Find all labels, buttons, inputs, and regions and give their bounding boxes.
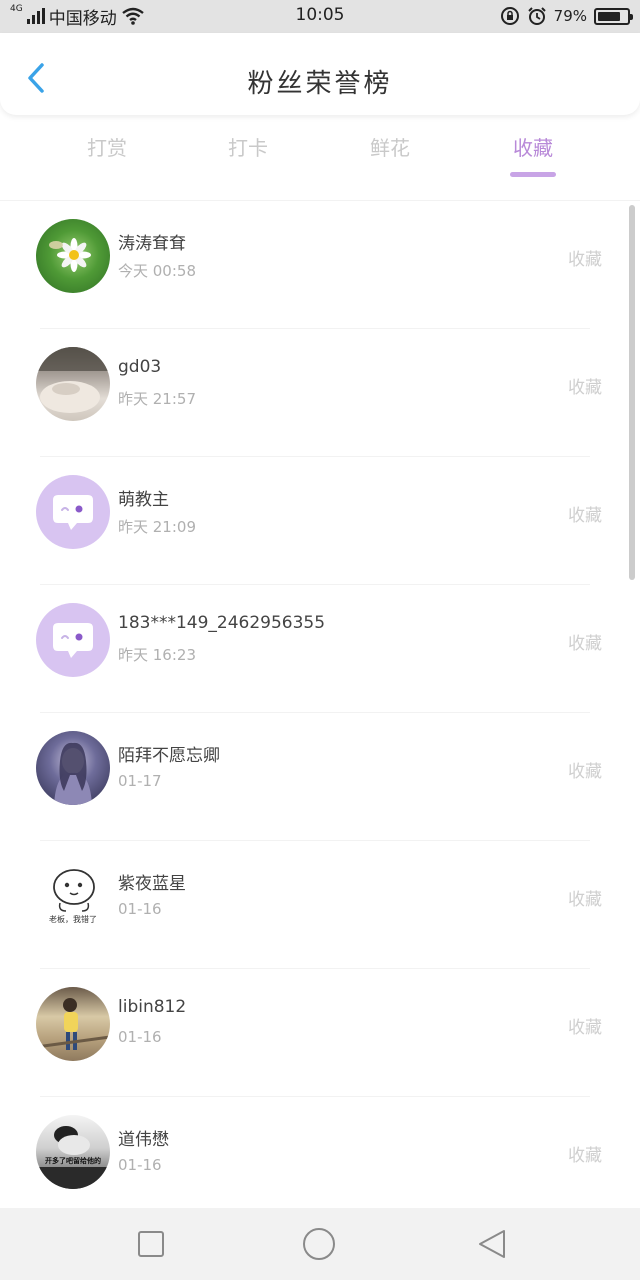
fan-time: 01-17 — [118, 772, 162, 790]
monochrome-photo-image — [36, 1126, 110, 1189]
face-image — [36, 347, 110, 413]
tab-reward[interactable]: 打赏 — [37, 132, 177, 161]
active-tab-indicator — [510, 172, 556, 177]
rotation-lock-icon — [500, 7, 519, 25]
tab-favorites[interactable]: 收藏 — [463, 132, 603, 161]
fan-name: 183***149_2462956355 — [118, 613, 326, 633]
battery-percent: 79% — [553, 7, 587, 25]
fan-name: 紫夜蓝星 — [118, 874, 186, 894]
photo-caption: 开多了吧留给他的 — [45, 1157, 101, 1165]
favorite-label: 收藏 — [568, 634, 602, 654]
favorite-label: 收藏 — [568, 762, 602, 782]
status-bar: 4G 中国移动 10:05 79% — [0, 0, 640, 33]
face-photo-avatar[interactable] — [36, 347, 110, 421]
default-chat-bubble-avatar[interactable] — [36, 475, 110, 549]
sticker-caption: 老板，我错了 — [49, 915, 97, 924]
fan-name: 道伟懋 — [118, 1130, 169, 1150]
favorite-label: 收藏 — [568, 890, 602, 910]
chat-bubble-icon — [53, 495, 93, 530]
monochrome-photo-avatar[interactable]: 开多了吧留给他的 — [36, 1115, 110, 1189]
tab-bar: 打赏 打卡 鲜花 收藏 — [0, 122, 640, 182]
fan-list[interactable]: 涛涛耷耷 今天 00:58 收藏 gd03 昨天 21:57 收藏 萌教主 昨天… — [0, 200, 640, 1208]
header: 粉丝荣誉榜 — [0, 33, 640, 115]
fan-time: 01-16 — [118, 1156, 162, 1174]
page-title: 粉丝荣誉榜 — [247, 69, 393, 99]
recent-apps-square-icon — [138, 1231, 164, 1257]
fan-time: 昨天 21:09 — [118, 518, 196, 536]
boy-photo-image — [36, 998, 110, 1050]
tab-flowers[interactable]: 鲜花 — [320, 132, 460, 161]
fan-time: 01-16 — [118, 1028, 162, 1046]
fan-time: 昨天 21:57 — [118, 390, 196, 408]
boy-photo-avatar[interactable] — [36, 987, 110, 1061]
back-triangle-icon — [479, 1230, 505, 1258]
fan-name: 陌拜不愿忘卿 — [118, 746, 220, 766]
chevron-left-icon — [28, 63, 44, 93]
favorite-label: 收藏 — [568, 1018, 602, 1038]
back-nav-button[interactable] — [474, 1226, 510, 1262]
list-item[interactable]: 陌拜不愿忘卿 01-17 收藏 — [0, 713, 630, 841]
alarm-icon — [527, 7, 546, 25]
home-circle-icon — [303, 1228, 335, 1260]
list-item[interactable]: 萌教主 昨天 21:09 收藏 — [0, 457, 630, 585]
favorite-label: 收藏 — [568, 250, 602, 270]
list-item[interactable]: gd03 昨天 21:57 收藏 — [0, 329, 630, 457]
list-item[interactable]: 开多了吧留给他的 道伟懋 01-16 收藏 — [0, 1097, 630, 1208]
cartoon-sticker-avatar[interactable]: 老板，我错了 — [36, 859, 110, 933]
favorite-label: 收藏 — [568, 506, 602, 526]
daisy-photo-avatar[interactable] — [36, 219, 110, 293]
fan-time: 今天 00:58 — [118, 262, 196, 280]
fan-name: gd03 — [118, 357, 162, 377]
favorite-label: 收藏 — [568, 378, 602, 398]
battery-icon — [594, 7, 633, 25]
tab-checkin[interactable]: 打卡 — [178, 132, 318, 161]
system-nav-bar — [0, 1208, 640, 1280]
chat-bubble-icon — [53, 623, 93, 658]
favorite-label: 收藏 — [568, 1146, 602, 1166]
status-right: 79% — [500, 5, 633, 27]
recent-apps-button[interactable] — [133, 1226, 169, 1262]
fan-name: libin812 — [118, 997, 187, 1017]
fan-name: 涛涛耷耷 — [118, 234, 186, 254]
list-item[interactable]: 183***149_2462956355 昨天 16:23 收藏 — [0, 585, 630, 713]
daisy-flower-image — [49, 238, 91, 272]
list-item[interactable]: 老板，我错了 紫夜蓝星 01-16 收藏 — [0, 841, 630, 969]
fantasy-girl-avatar[interactable] — [36, 731, 110, 805]
battery-level-fill — [598, 11, 620, 21]
default-chat-bubble-avatar[interactable] — [36, 603, 110, 677]
fan-time: 昨天 16:23 — [118, 646, 196, 664]
list-scrollbar[interactable] — [629, 205, 635, 580]
fantasy-girl-image — [54, 742, 92, 805]
back-button[interactable] — [20, 61, 52, 95]
home-button[interactable] — [301, 1226, 337, 1262]
list-item[interactable]: 涛涛耷耷 今天 00:58 收藏 — [0, 201, 630, 329]
list-item[interactable]: libin812 01-16 收藏 — [0, 969, 630, 1097]
fan-time: 01-16 — [118, 900, 162, 918]
fan-name: 萌教主 — [118, 490, 169, 510]
